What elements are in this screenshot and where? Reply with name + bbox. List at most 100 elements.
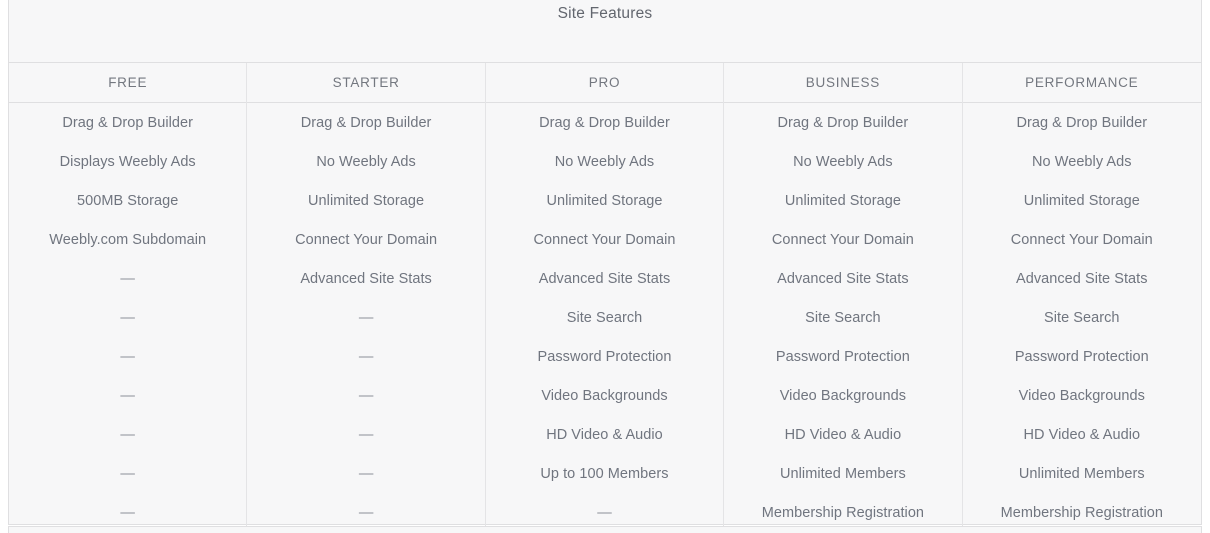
- feature-label: —: [120, 426, 135, 443]
- feature-cell-empty: —: [247, 454, 484, 493]
- feature-cell: Advanced Site Stats: [724, 259, 961, 298]
- plan-column-performance: PERFORMANCE Drag & Drop Builder No Weebly …: [962, 63, 1201, 532]
- feature-label: Video Backgrounds: [541, 387, 668, 404]
- feature-label: Weebly.com Subdomain: [49, 231, 207, 248]
- feature-cell-empty: —: [247, 337, 484, 376]
- column-header[interactable]: BUSINESS: [724, 63, 962, 103]
- feature-cell: Site Search: [724, 298, 961, 337]
- feature-cell: Video Backgrounds: [486, 376, 723, 415]
- feature-cell: Site Search: [486, 298, 723, 337]
- feature-label: Advanced Site Stats: [777, 270, 909, 287]
- feature-cell: HD Video & Audio: [724, 415, 961, 454]
- feature-label: No Weebly Ads: [316, 153, 416, 170]
- feature-label: —: [358, 465, 374, 482]
- feature-cell: Connect Your Domain: [247, 220, 484, 259]
- feature-label: HD Video & Audio: [1023, 426, 1141, 443]
- feature-label: Unlimited Storage: [1023, 192, 1140, 209]
- feature-label: Membership Registration: [761, 504, 925, 521]
- feature-label: Site Search: [566, 309, 643, 326]
- feature-label: Up to 100 Members: [540, 465, 669, 482]
- feature-cell: Unlimited Members: [963, 454, 1201, 493]
- feature-label: Site Search: [805, 309, 881, 326]
- feature-label: —: [358, 348, 374, 365]
- column-header-label: PERFORMANCE: [1025, 75, 1139, 90]
- feature-cell-empty: —: [9, 259, 246, 298]
- feature-cell-empty: —: [9, 376, 246, 415]
- feature-label: —: [358, 387, 374, 404]
- feature-cell-empty: —: [9, 415, 246, 454]
- feature-label: —: [358, 426, 374, 443]
- feature-cell-empty: —: [9, 298, 246, 337]
- feature-cell: Unlimited Storage: [724, 181, 961, 220]
- feature-label: Drag & Drop Builder: [300, 114, 432, 131]
- feature-label: HD Video & Audio: [784, 426, 902, 443]
- feature-label: —: [120, 270, 135, 287]
- feature-label: Connect Your Domain: [1010, 231, 1153, 248]
- feature-cell-empty: —: [247, 298, 484, 337]
- feature-label: Drag & Drop Builder: [539, 114, 670, 131]
- feature-label: Password Protection: [775, 348, 910, 365]
- feature-cell-empty: —: [247, 415, 484, 454]
- feature-cell: Unlimited Storage: [963, 181, 1201, 220]
- feature-label: —: [120, 465, 135, 482]
- feature-label: No Weebly Ads: [1032, 153, 1132, 170]
- feature-cell: No Weebly Ads: [486, 142, 723, 181]
- feature-label: Unlimited Storage: [784, 192, 901, 209]
- feature-label: Displays Weebly Ads: [59, 153, 196, 170]
- feature-cell: Advanced Site Stats: [486, 259, 723, 298]
- feature-cell: No Weebly Ads: [963, 142, 1201, 181]
- plan-column-starter: STARTER Drag & Drop Builder No Weebly Ads U…: [247, 63, 486, 532]
- comparison-grid: FREE Drag & Drop Builder Displays Weebly A…: [9, 62, 1201, 532]
- feature-cell: Video Backgrounds: [963, 376, 1201, 415]
- feature-cell: Unlimited Storage: [247, 181, 484, 220]
- feature-cell: Drag & Drop Builder: [963, 103, 1201, 142]
- feature-label: Password Protection: [1014, 348, 1149, 365]
- feature-label: Site Search: [1044, 309, 1120, 326]
- column-header[interactable]: STARTER: [247, 63, 485, 103]
- feature-cell: Password Protection: [486, 337, 723, 376]
- feature-label: Unlimited Storage: [308, 192, 425, 209]
- next-section-sliver: [8, 526, 1202, 533]
- feature-cell: Connect Your Domain: [963, 220, 1201, 259]
- column-header-label: PRO: [588, 75, 621, 90]
- feature-cell: Connect Your Domain: [724, 220, 961, 259]
- feature-label: —: [120, 387, 135, 404]
- feature-cell: Unlimited Members: [724, 454, 961, 493]
- feature-cell-empty: —: [9, 337, 246, 376]
- feature-cell: HD Video & Audio: [486, 415, 723, 454]
- feature-label: Password Protection: [537, 348, 672, 365]
- feature-cell: Displays Weebly Ads: [9, 142, 246, 181]
- feature-label: Drag & Drop Builder: [1016, 114, 1148, 131]
- feature-label: No Weebly Ads: [554, 153, 655, 170]
- feature-cell-empty: —: [247, 376, 484, 415]
- column-header[interactable]: PERFORMANCE: [962, 63, 1201, 103]
- feature-label: Unlimited Storage: [546, 192, 663, 209]
- feature-label: —: [358, 309, 374, 326]
- feature-cell: Up to 100 Members: [486, 454, 723, 493]
- plan-column-business: BUSINESS Drag & Drop Builder No Weebly Ads…: [724, 63, 963, 532]
- feature-cell: Password Protection: [963, 337, 1201, 376]
- feature-cell: Connect Your Domain: [486, 220, 723, 259]
- page-title: Site Features: [557, 5, 653, 22]
- feature-cell: Unlimited Storage: [486, 181, 723, 220]
- feature-label: Unlimited Members: [780, 465, 906, 482]
- feature-label: 500MB Storage: [76, 192, 179, 209]
- feature-cell: Advanced Site Stats: [963, 259, 1201, 298]
- feature-label: Drag & Drop Builder: [777, 114, 909, 131]
- feature-cell: 500MB Storage: [9, 181, 246, 220]
- feature-cell: No Weebly Ads: [247, 142, 484, 181]
- feature-label: Advanced Site Stats: [538, 270, 671, 287]
- feature-cell: Drag & Drop Builder: [9, 103, 246, 142]
- feature-label: Advanced Site Stats: [300, 270, 432, 287]
- table-title-row: Site Features: [9, 0, 1201, 62]
- feature-cell: No Weebly Ads: [724, 142, 961, 181]
- feature-cell: Advanced Site Stats: [247, 259, 484, 298]
- plan-column-free: FREE Drag & Drop Builder Displays Weebly A…: [9, 63, 248, 532]
- site-features-table: Site Features FREE Drag & Drop Builder Dis…: [8, 0, 1202, 532]
- feature-label: Advanced Site Stats: [1016, 270, 1148, 287]
- column-header[interactable]: FREE: [9, 63, 247, 103]
- plan-column-pro: PRO Drag & Drop Builder No Weebly Ads Unlim…: [485, 63, 725, 532]
- column-header[interactable]: PRO: [485, 63, 724, 103]
- feature-cell: Drag & Drop Builder: [724, 103, 961, 142]
- feature-label: Connect Your Domain: [771, 231, 914, 248]
